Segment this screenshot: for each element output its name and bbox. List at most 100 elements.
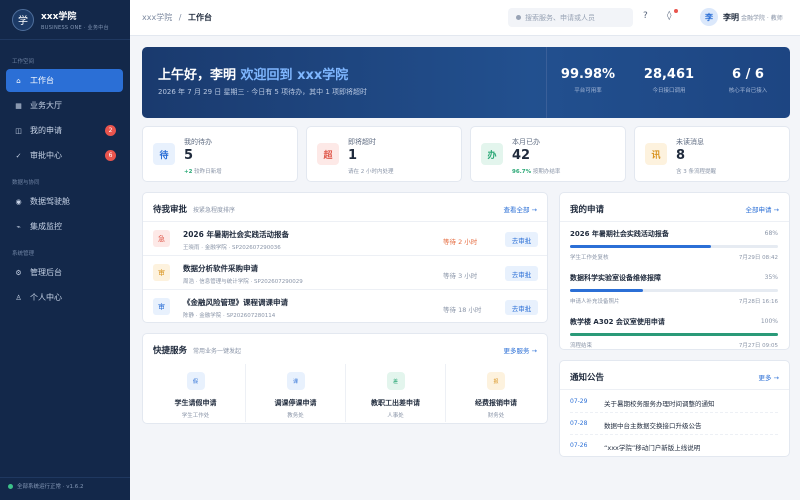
count-badge: 2	[105, 125, 116, 136]
user-menu[interactable]: 李 李明 金融学院 · 教师	[700, 8, 783, 26]
stat-label: 核心平台已接入	[728, 88, 768, 94]
divider	[560, 389, 789, 390]
list-item[interactable]: 07-28 数据中台主数据交换接口升级公告	[570, 413, 778, 435]
message-icon: 讯	[645, 143, 667, 165]
table-row[interactable]: 急 2026 年暑期社会实践活动报备 王晓雨 · 金融学院 · SP202607…	[143, 222, 547, 256]
card-todo[interactable]: 待 我的待办 5 +2 较昨日新增	[142, 126, 298, 182]
list-item[interactable]: 数据科学实验室设备维修报障 35% 申请人补充设备照片 7月28日 16:16	[570, 273, 778, 305]
list-item[interactable]: 教学楼 A302 会议室使用申请 100% 流程结束 7月27日 09:05	[570, 317, 778, 349]
approvals-title: 待我审批	[153, 205, 188, 215]
progress-percent: 100%	[760, 318, 778, 325]
service-business-trip[interactable]: 差 教职工出差申请 人事处	[346, 364, 446, 422]
divider	[560, 221, 789, 222]
list-item[interactable]: 2026 年暑期社会实践活动报备 68% 学生工作处复核 7月29日 08:42	[570, 229, 778, 261]
application-status: 学生工作处复核	[570, 255, 609, 261]
progress-fill	[570, 333, 778, 336]
sidebar-item-integration-monitor[interactable]: ⌁ 集成监控	[6, 215, 123, 238]
breadcrumb: xxx学院 / 工作台	[142, 12, 212, 23]
card-note: 含 3 条流程提醒	[676, 167, 716, 175]
stat-value: 99.98%	[560, 67, 616, 82]
progress-track	[570, 333, 778, 336]
sidebar-item-approval-center[interactable]: ✓ 审批中心 6	[6, 144, 123, 167]
card-messages[interactable]: 讯 未读消息 8 含 3 条流程提醒	[634, 126, 790, 182]
card-note-text: 较昨日新增	[192, 169, 222, 175]
more-notices-link[interactable]: 更多 →	[758, 372, 779, 382]
sidebar-item-data-cockpit[interactable]: ◉ 数据驾驶舱	[6, 190, 123, 213]
sidebar: 学 xxx学院 BUSINESS ONE · 业务中台 工作空间 ⌂ 工作台 ▦…	[0, 0, 130, 500]
brand[interactable]: 学 xxx学院 BUSINESS ONE · 业务中台	[0, 0, 130, 40]
sidebar-item-label: 工作台	[30, 76, 54, 85]
sidebar-item-admin[interactable]: ⚙ 管理后台	[6, 261, 123, 284]
notice-date: 07-28	[570, 420, 588, 427]
progress-percent: 35%	[764, 274, 778, 281]
todo-icon: 待	[153, 143, 175, 165]
greeting: 上午好，李明	[158, 68, 237, 83]
stat-value: 6 / 6	[732, 67, 764, 82]
application-title: 教学楼 A302 会议室使用申请	[570, 318, 665, 326]
application-time: 7月27日 09:05	[738, 343, 778, 349]
notices-title: 通知公告	[570, 373, 605, 383]
search-box[interactable]	[508, 8, 633, 27]
nav-section-workspace: 工作空间	[12, 59, 35, 65]
card-overdue[interactable]: 超 即将超时 1 请在 2 小时内处理	[306, 126, 462, 182]
breadcrumb-root[interactable]: xxx学院	[142, 13, 172, 22]
view-all-link[interactable]: 查看全部 →	[503, 204, 537, 214]
platform-stats: 99.98% 平台可用率 28,461 今日接口调用 6 / 6 核心平台已接入	[546, 47, 790, 118]
search-input[interactable]	[525, 13, 625, 22]
sidebar-item-label: 业务大厅	[30, 101, 62, 110]
card-note-highlight: 96.7%	[512, 169, 532, 175]
notice-text: 关于暑期校务服务办理时间调整的通知	[604, 400, 715, 408]
sidebar-item-profile[interactable]: ♙ 个人中心	[6, 286, 123, 309]
card-value: 5	[184, 148, 194, 163]
list-item[interactable]: 07-29 关于暑期校务服务办理时间调整的通知	[570, 391, 778, 413]
stat-label: 今日接口调用	[652, 88, 686, 94]
sidebar-item-workbench[interactable]: ⌂ 工作台	[6, 69, 123, 92]
card-value: 42	[512, 148, 531, 163]
service-student-leave[interactable]: 假 学生请假申请 学生工作处	[146, 364, 246, 422]
stat-api-calls: 28,461 今日接口调用	[634, 67, 704, 94]
table-row[interactable]: 审 《金融风险管理》课程调课申请 陈静 · 金融学院 · SP202607280…	[143, 290, 547, 324]
notice-date: 07-29	[570, 398, 588, 405]
services-subtitle: 常用业务一键发起	[193, 348, 242, 355]
sidebar-item-label: 个人中心	[30, 293, 62, 302]
review-icon: 审	[153, 298, 170, 315]
approve-button[interactable]: 去审批	[505, 232, 538, 247]
approval-meta: 周浩 · 信息管理与统计学院 · SP202607290029	[183, 279, 303, 285]
count-badge: 6	[105, 150, 116, 161]
applications-panel: 我的申请 全部申请 → 2026 年暑期社会实践活动报备 68% 学生工作处复核…	[559, 192, 790, 350]
nav-section-system: 系统管理	[12, 251, 35, 257]
sidebar-item-my-applications[interactable]: ◫ 我的申请 2	[6, 119, 123, 142]
system-status-text: 全部系统运行正常 · v1.6.2	[17, 484, 84, 490]
sidebar-item-label: 审批中心	[30, 151, 62, 160]
service-class-reschedule[interactable]: 课 调课停课申请 教务处	[246, 364, 346, 422]
user-name: 李明	[723, 12, 739, 22]
card-note-text: 请在 2 小时内处理	[348, 169, 394, 175]
approvals-panel: 待我审批 按紧急程度排序 查看全部 → 急 2026 年暑期社会实践活动报备 王晓…	[142, 192, 548, 323]
service-name: 经费报销申请	[475, 399, 517, 407]
status-dot-icon	[8, 483, 13, 489]
leave-icon: 假	[186, 372, 205, 390]
table-row[interactable]: 审 数据分析软件采购申请 周浩 · 信息管理与统计学院 · SP20260729…	[143, 256, 547, 290]
bell-icon[interactable]: ◊	[667, 11, 671, 21]
overdue-icon: 超	[317, 143, 339, 165]
sidebar-item-label: 数据驾驶舱	[30, 197, 70, 206]
wait-time: 等待 3 小时	[443, 272, 478, 280]
user-icon: ♙	[15, 293, 22, 302]
welcome-text: 欢迎回到 xxx学院	[240, 68, 349, 83]
user-role: 金融学院 · 教师	[741, 14, 783, 22]
list-item[interactable]: 07-26 “xxx学院”移动门户新版上线说明	[570, 435, 778, 457]
welcome-subtitle: 2026 年 7 月 29 日 星期三 · 今日有 5 项待办，其中 1 项即将…	[158, 88, 368, 96]
calendar-icon: 课	[286, 372, 305, 390]
help-icon[interactable]: ?	[643, 11, 648, 21]
sidebar-item-business-hall[interactable]: ▦ 业务大厅	[6, 94, 123, 117]
all-applications-link[interactable]: 全部申请 →	[745, 204, 779, 214]
receipt-icon: 报	[487, 372, 505, 390]
avatar: 李	[700, 8, 718, 26]
approvals-subtitle: 按紧急程度排序	[193, 207, 236, 214]
more-services-link[interactable]: 更多服务 →	[503, 345, 537, 355]
approve-button[interactable]: 去审批	[505, 300, 538, 315]
service-reimbursement[interactable]: 报 经费报销申请 财务处	[446, 364, 546, 422]
approve-button[interactable]: 去审批	[505, 266, 538, 281]
card-note-text: 按期办结率	[531, 169, 561, 175]
card-completed[interactable]: 办 本月已办 42 96.7% 按期办结率	[470, 126, 626, 182]
